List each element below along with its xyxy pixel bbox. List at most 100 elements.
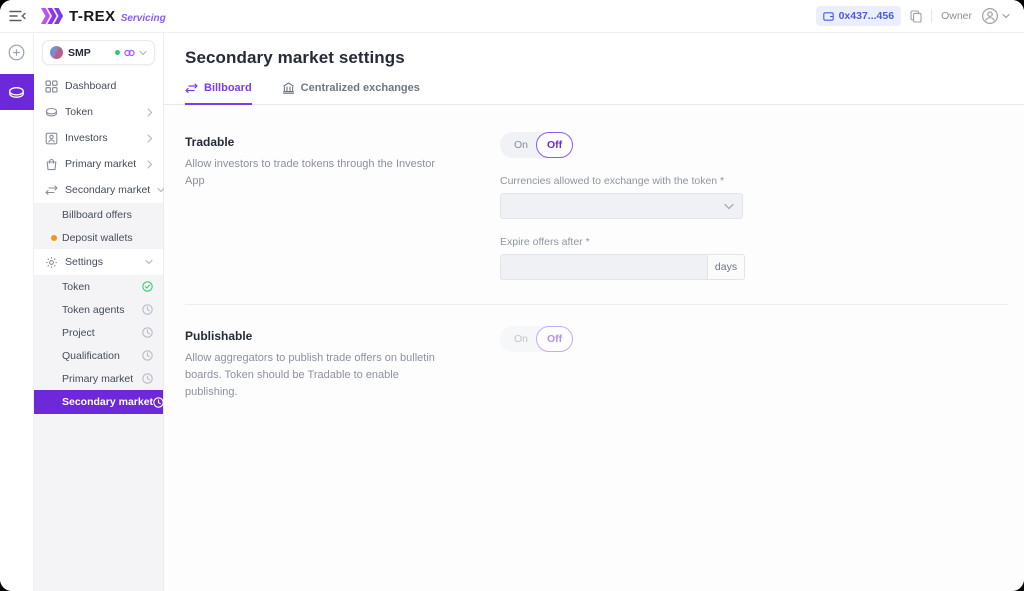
- settings-submenu: Token Token agents: [34, 275, 163, 591]
- sidebar-item-label: Settings: [65, 256, 103, 268]
- role-label: Owner: [941, 10, 972, 22]
- sidebar-item-settings-token[interactable]: Token: [34, 275, 163, 298]
- sidebar-item-label: Secondary market: [62, 396, 153, 408]
- expire-input-group: days: [500, 254, 745, 280]
- sidebar-item-label: Deposit wallets: [62, 232, 133, 244]
- brand-suffix: Servicing: [121, 13, 166, 24]
- coin-icon: [45, 107, 58, 118]
- sidebar-item-dashboard[interactable]: Dashboard: [34, 73, 163, 99]
- sidebar-item-label: Secondary market: [65, 184, 150, 196]
- chevron-down-icon: [145, 259, 153, 265]
- wallet-address-badge[interactable]: 0x437...456: [816, 6, 901, 26]
- topbar-actions: 0x437...456 Owner: [816, 6, 1010, 26]
- brand-name: T-REX: [69, 8, 116, 25]
- tab-centralized-exchanges[interactable]: Centralized exchanges: [282, 82, 420, 105]
- app-window: T-REX Servicing 0x437...456 Owner: [0, 0, 1024, 591]
- sidebar-item-secondary-market[interactable]: Secondary market: [34, 177, 163, 203]
- add-token-button[interactable]: [8, 44, 25, 61]
- tradable-description: Allow investors to trade tokens through …: [185, 156, 453, 190]
- page-header: Secondary market settings Billboard: [164, 33, 1024, 105]
- sidebar-item-settings-project[interactable]: Project: [34, 321, 163, 344]
- sidebar-item-label: Billboard offers: [62, 209, 132, 221]
- plus-circle-icon: [8, 44, 25, 61]
- sidebar-item-label: Token: [62, 281, 90, 293]
- account-menu[interactable]: [981, 7, 1010, 25]
- notification-dot: [51, 235, 57, 241]
- wallet-icon: [823, 11, 834, 21]
- publishable-toggle: On Off: [500, 326, 573, 352]
- tab-bar: Billboard Centralized exchanges: [185, 82, 1024, 104]
- check-circle-icon: [142, 281, 153, 292]
- investors-icon: [45, 132, 58, 145]
- swap-arrows-icon: [45, 185, 58, 195]
- sidebar-item-label: Qualification: [62, 350, 120, 362]
- main-content: Secondary market settings Billboard: [164, 33, 1024, 591]
- currencies-label: Currencies allowed to exchange with the …: [500, 175, 1008, 187]
- publishable-section: Publishable Allow aggregators to publish…: [185, 326, 1008, 401]
- token-status-dot: [115, 50, 120, 55]
- trex-logo-icon: [41, 8, 64, 24]
- sidebar-item-settings[interactable]: Settings: [34, 249, 163, 275]
- token-selector[interactable]: SMP: [42, 40, 155, 65]
- link-icon: [124, 49, 135, 57]
- sidebar-item-settings-qualification[interactable]: Qualification: [34, 344, 163, 367]
- clock-icon: [142, 327, 153, 338]
- chevron-right-icon: [147, 160, 153, 169]
- publishable-description: Allow aggregators to publish trade offer…: [185, 350, 453, 401]
- sidebar-item-settings-token-agents[interactable]: Token agents: [34, 298, 163, 321]
- top-bar: T-REX Servicing 0x437...456 Owner: [0, 0, 1024, 33]
- app-logo: T-REX Servicing: [41, 8, 166, 25]
- rail-item-token-active[interactable]: [0, 74, 34, 110]
- expire-suffix: days: [707, 254, 745, 280]
- coin-icon: [8, 86, 25, 99]
- sidebar-item-label: Primary market: [62, 373, 133, 385]
- sidebar: SMP: [34, 33, 164, 591]
- tradable-section: Tradable Allow investors to trade tokens…: [185, 132, 1008, 280]
- sidebar-collapse-icon[interactable]: [0, 0, 34, 33]
- tab-label: Centralized exchanges: [301, 82, 420, 94]
- settings-form: Tradable Allow investors to trade tokens…: [164, 105, 1024, 401]
- chevron-right-icon: [147, 108, 153, 117]
- sidebar-item-label: Primary market: [65, 158, 136, 170]
- toggle-off-option[interactable]: Off: [536, 132, 573, 158]
- publishable-title: Publishable: [185, 329, 500, 343]
- tradable-toggle[interactable]: On Off: [500, 132, 573, 158]
- expire-label: Expire offers after *: [500, 236, 1008, 248]
- toggle-on-option[interactable]: On: [500, 139, 539, 151]
- chevron-down-icon: [1002, 13, 1010, 19]
- chevron-right-icon: [147, 134, 153, 143]
- clock-icon: [153, 397, 164, 408]
- copy-icon[interactable]: [910, 10, 922, 23]
- sidebar-item-primary-market[interactable]: Primary market: [34, 151, 163, 177]
- sidebar-item-label: Project: [62, 327, 95, 339]
- clock-icon: [142, 373, 153, 384]
- chevron-down-icon: [724, 203, 734, 210]
- dashboard-icon: [45, 80, 58, 93]
- sidebar-item-label: Token: [65, 106, 93, 118]
- toggle-off-option: Off: [536, 326, 573, 352]
- sidebar-item-label: Dashboard: [65, 80, 116, 92]
- shopping-bag-icon: [45, 158, 58, 171]
- secondary-market-submenu: Billboard offers Deposit wallets: [34, 203, 163, 249]
- expire-input[interactable]: [500, 254, 707, 280]
- bank-icon: [282, 82, 295, 94]
- clock-icon: [142, 304, 153, 315]
- sidebar-item-investors[interactable]: Investors: [34, 125, 163, 151]
- wallet-address: 0x437...456: [839, 10, 894, 22]
- tradable-title: Tradable: [185, 135, 500, 149]
- sidebar-item-token[interactable]: Token: [34, 99, 163, 125]
- sidebar-item-billboard-offers[interactable]: Billboard offers: [34, 203, 163, 226]
- sidebar-item-settings-secondary-market[interactable]: Secondary market: [34, 390, 163, 414]
- tab-label: Billboard: [204, 82, 252, 94]
- sidebar-item-label: Token agents: [62, 304, 124, 316]
- sidebar-item-deposit-wallets[interactable]: Deposit wallets: [34, 226, 163, 249]
- toggle-on-option: On: [500, 333, 539, 345]
- currencies-select[interactable]: [500, 193, 743, 219]
- page-title: Secondary market settings: [185, 48, 1024, 68]
- section-divider: [185, 304, 1008, 305]
- tab-billboard[interactable]: Billboard: [185, 82, 252, 105]
- avatar-icon: [981, 7, 999, 25]
- sidebar-item-label: Investors: [65, 132, 108, 144]
- sidebar-item-settings-primary-market[interactable]: Primary market: [34, 367, 163, 390]
- swap-arrows-icon: [185, 83, 198, 93]
